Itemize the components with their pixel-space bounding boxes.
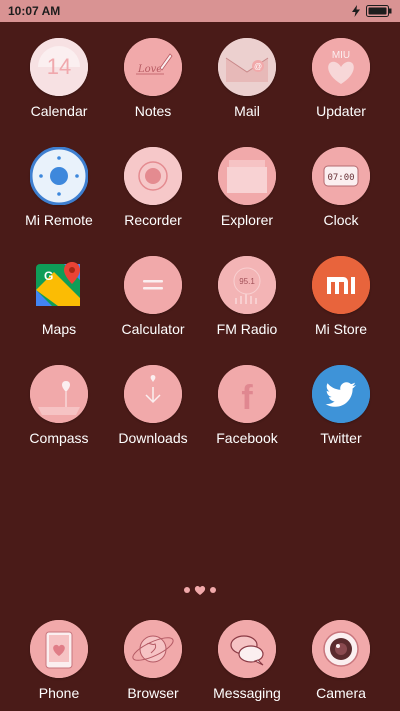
app-label: Updater (316, 103, 366, 119)
app-label: Recorder (124, 212, 182, 228)
recorder-icon (124, 147, 182, 205)
app-mail[interactable]: @ Mail (200, 38, 294, 122)
battery-icon (366, 5, 392, 17)
status-time: 10:07 AM (8, 4, 61, 18)
app-label: Maps (41, 321, 77, 337)
app-mi-remote[interactable]: Mi Remote (12, 147, 106, 231)
download-icon (124, 365, 182, 423)
page-dot[interactable] (184, 587, 190, 593)
app-explorer[interactable]: Explorer (200, 147, 294, 231)
app-label: Mail (234, 103, 260, 119)
app-label: Phone (38, 685, 80, 701)
app-downloads[interactable]: Downloads (106, 365, 200, 449)
app-label: Downloads (118, 430, 188, 446)
messaging-icon (218, 620, 276, 678)
app-grid: 14 Calendar Love Notes @ Mail MIU Update… (0, 38, 400, 449)
app-fm-radio[interactable]: 95.1 FM Radio (200, 256, 294, 340)
app-label: Calculator (121, 321, 185, 337)
maps-icon: G (30, 256, 88, 314)
calculator-icon (124, 256, 182, 314)
app-label: Facebook (216, 430, 278, 446)
phone-icon (30, 620, 88, 678)
app-twitter[interactable]: Twitter (294, 365, 388, 449)
camera-icon (312, 620, 370, 678)
app-recorder[interactable]: Recorder (106, 147, 200, 231)
app-label: Browser (127, 685, 179, 701)
app-notes[interactable]: Love Notes (106, 38, 200, 122)
svg-text:@: @ (254, 62, 262, 71)
app-label: Messaging (213, 685, 281, 701)
remote-icon (30, 147, 88, 205)
dock-browser[interactable]: Browser (106, 620, 200, 704)
dock: Phone Browser Messaging Camera (0, 620, 400, 704)
app-mi-store[interactable]: Mi Store (294, 256, 388, 340)
svg-text:95.1: 95.1 (239, 277, 255, 286)
status-bar: 10:07 AM (0, 0, 400, 22)
mail-icon: @ (218, 38, 276, 96)
updater-icon: MIU (312, 38, 370, 96)
status-icons (352, 5, 392, 17)
svg-text:f: f (241, 379, 253, 417)
app-label: Notes (134, 103, 172, 119)
calendar-icon: 14 (30, 38, 88, 96)
app-label: Calendar (30, 103, 88, 119)
twitter-icon (312, 365, 370, 423)
dock-messaging[interactable]: Messaging (200, 620, 294, 704)
notes-icon: Love (124, 38, 182, 96)
app-maps[interactable]: G Maps (12, 256, 106, 340)
app-label: Compass (29, 430, 89, 446)
app-updater[interactable]: MIU Updater (294, 38, 388, 122)
mi-store-icon (312, 256, 370, 314)
app-label: Explorer (220, 212, 274, 228)
app-label: FM Radio (216, 321, 278, 337)
svg-text:07:00: 07:00 (327, 173, 354, 183)
app-calendar[interactable]: 14 Calendar (12, 38, 106, 122)
radio-icon: 95.1 (218, 256, 276, 314)
app-label: Mi Store (314, 321, 368, 337)
browser-icon (124, 620, 182, 678)
clock-icon: 07:00 (312, 147, 370, 205)
folder-icon (218, 147, 276, 205)
heart-icon[interactable] (194, 584, 206, 596)
page-dot[interactable] (210, 587, 216, 593)
charging-bolt-icon (352, 5, 360, 17)
app-calculator[interactable]: Calculator (106, 256, 200, 340)
app-facebook[interactable]: f Facebook (200, 365, 294, 449)
facebook-icon: f (218, 365, 276, 423)
app-compass[interactable]: Compass (12, 365, 106, 449)
app-label: Clock (323, 212, 359, 228)
app-clock[interactable]: 07:00 Clock (294, 147, 388, 231)
app-label: Twitter (320, 430, 362, 446)
app-label: Camera (316, 685, 366, 701)
compass-icon (30, 365, 88, 423)
app-label: Mi Remote (25, 212, 93, 228)
dock-phone[interactable]: Phone (12, 620, 106, 704)
svg-text:G: G (44, 269, 53, 283)
svg-text:Love: Love (137, 64, 162, 75)
dock-camera[interactable]: Camera (294, 620, 388, 704)
svg-text:MIU: MIU (332, 50, 350, 61)
svg-text:14: 14 (47, 54, 71, 79)
page-indicator[interactable] (0, 584, 400, 596)
